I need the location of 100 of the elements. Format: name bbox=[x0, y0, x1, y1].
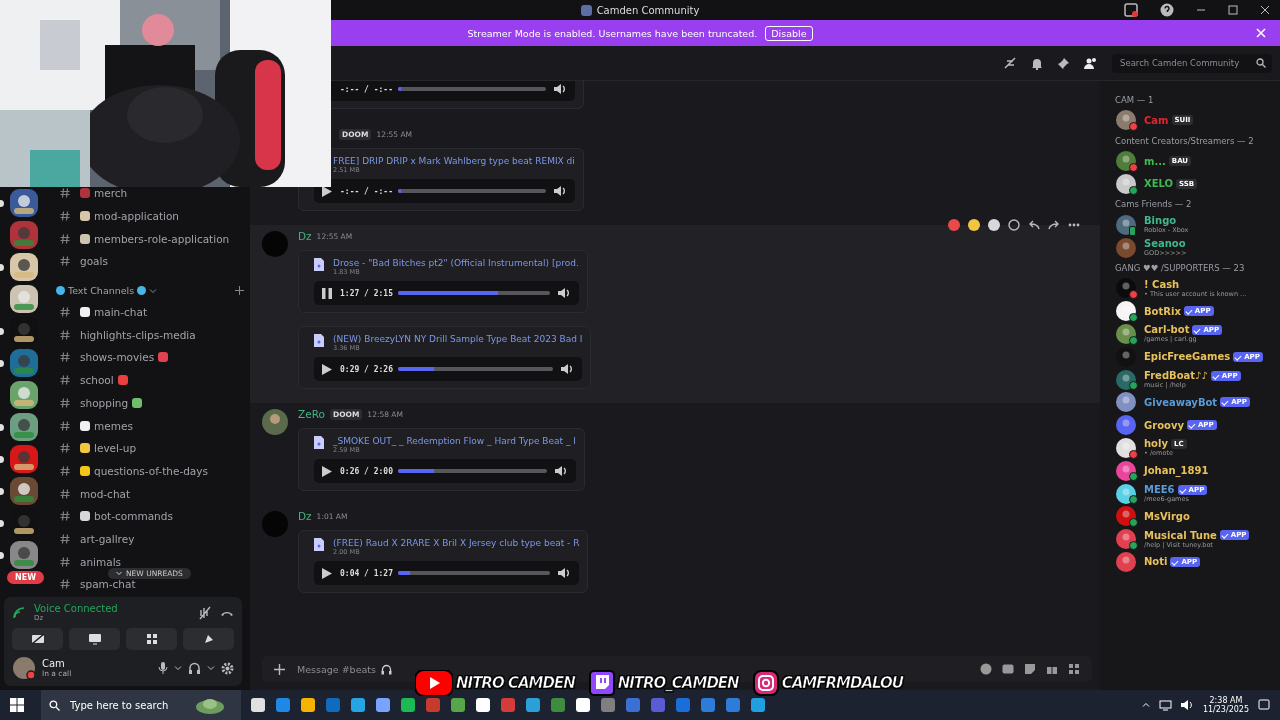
emoji-icon[interactable] bbox=[980, 663, 992, 675]
apps-icon[interactable] bbox=[1068, 663, 1080, 675]
file-link[interactable]: (NEW) BreezyLYN NY Drill Sample Type Beat 2023 Bad I bbox=[333, 334, 583, 344]
taskbar-app-icon[interactable] bbox=[350, 697, 366, 713]
play-icon[interactable] bbox=[322, 465, 332, 477]
server-icon[interactable] bbox=[10, 253, 38, 281]
channel-name[interactable]: spam-chat bbox=[80, 578, 136, 591]
reaction-icon[interactable] bbox=[968, 219, 980, 231]
screen-share-button[interactable] bbox=[69, 628, 120, 650]
pin-icon[interactable] bbox=[1057, 56, 1070, 70]
taskbar-app-icon[interactable] bbox=[400, 697, 416, 713]
file-link[interactable]: _SMOKE OUT_ _ Redemption Flow _ Hard Type Beat _ I bbox=[333, 436, 576, 446]
pause-icon[interactable] bbox=[322, 287, 332, 299]
sticker-icon[interactable] bbox=[1024, 663, 1036, 675]
channel-name[interactable]: questions-of-the-days bbox=[94, 464, 208, 477]
progress-track[interactable] bbox=[398, 469, 547, 473]
progress-track[interactable] bbox=[398, 291, 550, 295]
taskbar-app-icon[interactable] bbox=[375, 697, 391, 713]
gif-icon[interactable] bbox=[1002, 663, 1014, 675]
author-name[interactable]: ZeRo bbox=[298, 408, 325, 420]
add-channel-icon[interactable] bbox=[235, 286, 244, 296]
file-link[interactable]: Drose - "Bad Bitches pt2" (Official Instrumental) [prod. bbox=[333, 258, 579, 268]
new-badge[interactable]: NEW bbox=[7, 571, 44, 584]
author-name[interactable]: Dz bbox=[298, 230, 312, 242]
channel-name[interactable]: animals bbox=[80, 555, 122, 568]
close-icon[interactable] bbox=[1260, 5, 1270, 15]
headset-icon[interactable] bbox=[188, 661, 201, 675]
help-icon[interactable] bbox=[1160, 3, 1174, 17]
channel-name[interactable]: art-gallrey bbox=[80, 532, 135, 545]
channel-name[interactable]: memes bbox=[94, 419, 133, 432]
channel-name[interactable]: merch bbox=[94, 187, 128, 200]
file-link[interactable]: FREE] DRIP DRIP x Mark Wahlberg type beat REMIX di bbox=[333, 156, 575, 166]
threads-icon[interactable] bbox=[1003, 56, 1017, 70]
server-icon[interactable] bbox=[10, 381, 38, 409]
channel-name[interactable]: main-chat bbox=[94, 306, 147, 319]
clock-time[interactable]: 2:38 AM bbox=[1209, 696, 1243, 705]
server-icon[interactable] bbox=[10, 445, 38, 473]
channel-name[interactable]: mod-application bbox=[94, 210, 180, 223]
taskbar-app-icon[interactable] bbox=[250, 697, 266, 713]
author-name[interactable]: Dz bbox=[298, 510, 312, 522]
volume-icon[interactable] bbox=[554, 83, 567, 95]
message-field[interactable]: Message #beats bbox=[295, 662, 383, 676]
clock-date[interactable]: 11/23/2025 bbox=[1202, 705, 1249, 714]
channel-name[interactable]: bot-commands bbox=[94, 510, 173, 523]
forward-icon[interactable] bbox=[1048, 220, 1060, 230]
search-field[interactable]: Search Camden Community bbox=[1112, 53, 1272, 73]
volume-icon[interactable] bbox=[1180, 699, 1194, 711]
taskbar-app-icon[interactable] bbox=[575, 697, 591, 713]
caret-icon[interactable] bbox=[207, 664, 215, 672]
caret-icon[interactable] bbox=[174, 664, 182, 672]
bell-icon[interactable] bbox=[1031, 56, 1043, 70]
taskbar-search-field[interactable]: Type here to search bbox=[41, 690, 241, 720]
search-field[interactable]: Type here to search bbox=[68, 698, 184, 712]
add-icon[interactable] bbox=[274, 663, 285, 675]
soundboard-button[interactable] bbox=[183, 628, 234, 650]
play-icon[interactable] bbox=[322, 363, 332, 375]
start-icon[interactable] bbox=[10, 698, 24, 712]
inbox-icon[interactable] bbox=[1124, 3, 1138, 17]
reaction-icon[interactable] bbox=[988, 219, 1000, 231]
volume-icon[interactable] bbox=[554, 185, 567, 197]
activities-button[interactable] bbox=[126, 628, 177, 650]
more-icon[interactable] bbox=[1068, 223, 1080, 227]
channel-name[interactable]: goals bbox=[80, 255, 108, 268]
channel-name[interactable]: mod-chat bbox=[80, 487, 131, 500]
server-icon[interactable] bbox=[10, 285, 38, 313]
microphone-icon[interactable] bbox=[158, 661, 168, 675]
camera-button[interactable] bbox=[12, 628, 63, 650]
channel-name[interactable]: shows-movies bbox=[80, 351, 155, 364]
volume-icon[interactable] bbox=[558, 567, 572, 579]
volume-icon[interactable] bbox=[561, 363, 575, 375]
progress-track[interactable] bbox=[398, 189, 546, 193]
settings-icon[interactable] bbox=[221, 661, 234, 675]
taskbar-app-icon[interactable] bbox=[475, 697, 491, 713]
maximize-icon[interactable] bbox=[1228, 5, 1238, 15]
volume-icon[interactable] bbox=[557, 287, 571, 299]
noise-suppression-icon[interactable] bbox=[198, 605, 212, 620]
server-icon[interactable] bbox=[10, 189, 38, 217]
category-label[interactable]: Text Channels bbox=[68, 285, 135, 297]
member-item[interactable]: MsVirgo bbox=[1115, 504, 1276, 528]
server-icon[interactable] bbox=[10, 413, 38, 441]
channel-name[interactable]: highlights-clips-media bbox=[80, 328, 196, 341]
members-icon[interactable] bbox=[1084, 56, 1098, 70]
network-icon[interactable] bbox=[1158, 699, 1172, 711]
member-item[interactable]: Johan_1891 bbox=[1115, 459, 1276, 483]
taskbar-app-icon[interactable] bbox=[300, 697, 316, 713]
progress-track[interactable] bbox=[398, 87, 546, 91]
notification-icon[interactable] bbox=[1258, 699, 1270, 711]
server-icon[interactable] bbox=[10, 477, 38, 505]
user-avatar[interactable] bbox=[12, 656, 36, 680]
disable-button[interactable]: Disable bbox=[765, 25, 813, 41]
reply-icon[interactable] bbox=[1028, 220, 1040, 230]
channel-name[interactable]: members-role-application bbox=[94, 232, 230, 245]
progress-track[interactable] bbox=[398, 571, 551, 575]
play-icon[interactable] bbox=[322, 185, 332, 197]
user-avatar[interactable] bbox=[262, 409, 288, 435]
channel-name[interactable]: school bbox=[80, 374, 114, 387]
volume-icon[interactable] bbox=[554, 465, 568, 477]
tray-chevron-icon[interactable] bbox=[1141, 701, 1150, 709]
channel-name[interactable]: shopping bbox=[80, 396, 129, 409]
channel-name[interactable]: level-up bbox=[94, 442, 137, 455]
